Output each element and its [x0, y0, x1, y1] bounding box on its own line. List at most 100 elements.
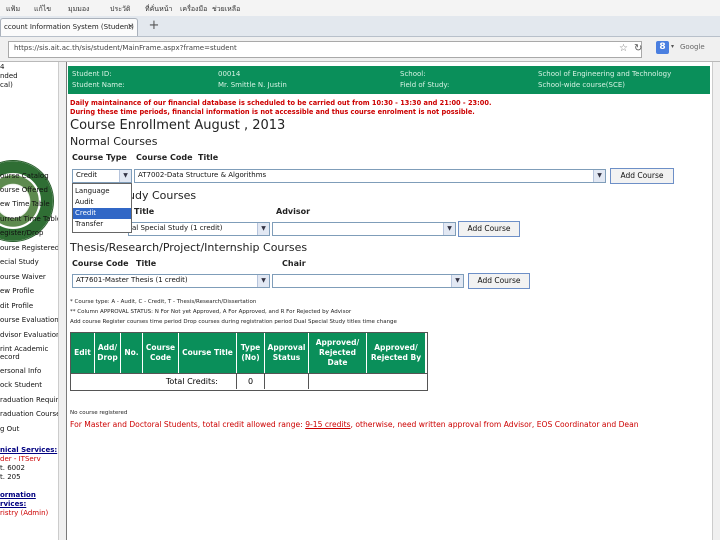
- option-audit[interactable]: Audit: [73, 197, 131, 208]
- legend-line: * Course type: A - Audit, C - Credit, T …: [70, 299, 257, 305]
- course-select[interactable]: AT7002-Data Structure & Algorithms ▼: [134, 169, 606, 183]
- nav-course-waiver[interactable]: ourse Waiver: [0, 273, 46, 281]
- left-scrollbar[interactable]: [58, 62, 66, 540]
- table-header: Course Title: [179, 333, 237, 373]
- nav-course-offered[interactable]: ourse Offered: [0, 186, 48, 194]
- thesis-select[interactable]: AT7601-Master Thesis (1 credit) ▼: [72, 274, 270, 288]
- menu-history[interactable]: ประวัติ: [110, 4, 130, 15]
- services-line: t. 205: [0, 473, 21, 481]
- field-label: Field of Study:: [400, 81, 450, 89]
- search-engine-label[interactable]: Google: [680, 43, 705, 51]
- table-header: Add/ Drop: [95, 333, 121, 373]
- table-header: Type (No): [237, 333, 265, 373]
- navigation-bar: https://sis.ait.ac.th/sis/student/MainFr…: [0, 37, 720, 62]
- nav-view-profile[interactable]: ew Profile: [0, 287, 34, 295]
- left-fragment: nded: [0, 72, 18, 80]
- nav-special-study[interactable]: ecial Study: [0, 258, 39, 266]
- nav-graduation-courses[interactable]: raduation Courses: [0, 410, 64, 418]
- chevron-down-icon[interactable]: ▼: [257, 275, 269, 287]
- student-name-label: Student Name:: [72, 81, 125, 89]
- nav-log-out[interactable]: g Out: [0, 425, 19, 433]
- new-tab-icon[interactable]: +: [146, 18, 162, 34]
- normal-courses-heading: Normal Courses: [70, 135, 158, 148]
- table-header: Approved/ Rejected By: [367, 333, 425, 373]
- maintenance-notice: Daily maintainance of our financial data…: [70, 99, 492, 107]
- nav-register-drop[interactable]: egister/Drop: [0, 229, 43, 237]
- chair-select[interactable]: ▼: [272, 274, 464, 288]
- info-services-title: ormation: [0, 491, 36, 499]
- menu-bookmarks[interactable]: ที่คั่นหน้า: [145, 4, 172, 15]
- nav-course-evaluation[interactable]: ourse Evaluation: [0, 316, 59, 324]
- credit-warning-text: , otherwise, need written approval from …: [350, 420, 639, 429]
- maintenance-notice: During these time periods, financial inf…: [70, 108, 475, 116]
- advisor-header: Advisor: [276, 207, 311, 216]
- services-line: der - ITServ: [0, 455, 41, 463]
- nav-view-time-table[interactable]: ew Time Table: [0, 200, 50, 208]
- option-language[interactable]: Language: [73, 186, 131, 197]
- title-header: Title: [198, 153, 219, 162]
- nav-course-registered[interactable]: ourse Registered: [0, 244, 59, 252]
- school-label: School:: [400, 70, 426, 78]
- course-type-dropdown-list[interactable]: Language Audit Credit Transfer: [72, 183, 132, 233]
- advisor-select[interactable]: ▼: [272, 222, 456, 236]
- course-select-value: AT7002-Data Structure & Algorithms: [138, 171, 267, 179]
- course-type-header: Course Type: [72, 153, 127, 162]
- course-type-value: Credit: [76, 171, 98, 179]
- student-info-bar: Student ID: 00014 Student Name: Mr. Smit…: [68, 66, 710, 94]
- chevron-down-icon[interactable]: ▼: [119, 170, 131, 182]
- browser-tab[interactable]: ccount Information System (Student) ×: [0, 18, 138, 36]
- table-header: Edit: [71, 333, 95, 373]
- menu-tools[interactable]: เครื่องมือ: [180, 4, 207, 15]
- add-thesis-course-button[interactable]: Add Course: [468, 273, 530, 289]
- nav-current-time-table[interactable]: urrent Time Table: [0, 215, 61, 223]
- thesis-heading: Thesis/Research/Project/Internship Cours…: [70, 241, 308, 254]
- bookmark-star-icon[interactable]: ☆: [619, 43, 628, 54]
- total-credits-label: Total Credits:: [71, 374, 237, 389]
- course-type-select[interactable]: Credit ▼: [72, 169, 132, 183]
- option-transfer[interactable]: Transfer: [73, 219, 131, 230]
- special-study-select[interactable]: al Special Study (1 credit) ▼: [128, 222, 270, 236]
- nav-personal-info[interactable]: ersonal Info: [0, 367, 41, 375]
- left-navigation-frame: 4 nded cal) ourse Catalog ourse Offered …: [0, 62, 67, 540]
- chevron-down-icon[interactable]: ▼: [443, 223, 455, 235]
- info-services-line: ristry (Admin): [0, 509, 49, 517]
- option-credit[interactable]: Credit: [73, 208, 131, 219]
- address-bar[interactable]: https://sis.ait.ac.th/sis/student/MainFr…: [8, 41, 642, 58]
- no-course-message: No course registered: [70, 410, 128, 416]
- menu-file[interactable]: แฟ้ม: [6, 4, 20, 15]
- menu-view[interactable]: มุมมอง: [68, 4, 89, 15]
- credit-range-link[interactable]: 9-15 credits: [305, 420, 350, 429]
- thesis-title-header: Title: [136, 259, 157, 268]
- tab-strip: ccount Information System (Student) × +: [0, 16, 720, 37]
- nav-record[interactable]: ecord: [0, 353, 20, 361]
- browser-menu-bar: แฟ้ม แก้ไข มุมมอง ประวัติ ที่คั่นหน้า เค…: [0, 0, 720, 17]
- chevron-down-icon[interactable]: ▼: [593, 170, 605, 182]
- left-fragment: 4: [0, 63, 5, 71]
- info-services-title: rvices:: [0, 500, 27, 508]
- chevron-down-icon[interactable]: ▾: [671, 43, 674, 50]
- close-icon[interactable]: ×: [127, 22, 135, 32]
- add-course-button[interactable]: Add Course: [610, 168, 674, 184]
- student-name-value: Mr. Smittle N. Justin: [218, 81, 287, 89]
- table-header: No.: [121, 333, 143, 373]
- nav-edit-profile[interactable]: dit Profile: [0, 302, 33, 310]
- student-id-value: 00014: [218, 70, 241, 78]
- nav-graduation-requirement[interactable]: raduation Requirement: [0, 396, 66, 404]
- chevron-down-icon[interactable]: ▼: [451, 275, 463, 287]
- chevron-down-icon[interactable]: ▼: [257, 223, 269, 235]
- total-credits-value: 0: [237, 374, 265, 389]
- nav-course-catalog[interactable]: ourse Catalog: [0, 172, 49, 180]
- menu-help[interactable]: ช่วยเหลือ: [212, 4, 240, 15]
- nav-print-academic[interactable]: rint Academic: [0, 345, 48, 353]
- nav-block-student[interactable]: ock Student: [0, 381, 42, 389]
- menu-edit[interactable]: แก้ไข: [34, 4, 51, 15]
- add-special-course-button[interactable]: Add Course: [458, 221, 520, 237]
- registered-courses-table: Edit Add/ Drop No. Course Code Course Ti…: [70, 332, 428, 391]
- nav-advisor-evaluation[interactable]: dvisor Evaluation: [0, 331, 61, 339]
- google-search-icon[interactable]: 8: [656, 41, 669, 54]
- reload-icon[interactable]: ↻: [634, 43, 642, 54]
- services-title: nical Services:: [0, 446, 58, 454]
- main-scrollbar[interactable]: [712, 62, 720, 540]
- school-value: School of Engineering and Technology: [538, 70, 672, 78]
- credit-warning-text: For Master and Doctoral Students, total …: [70, 420, 306, 429]
